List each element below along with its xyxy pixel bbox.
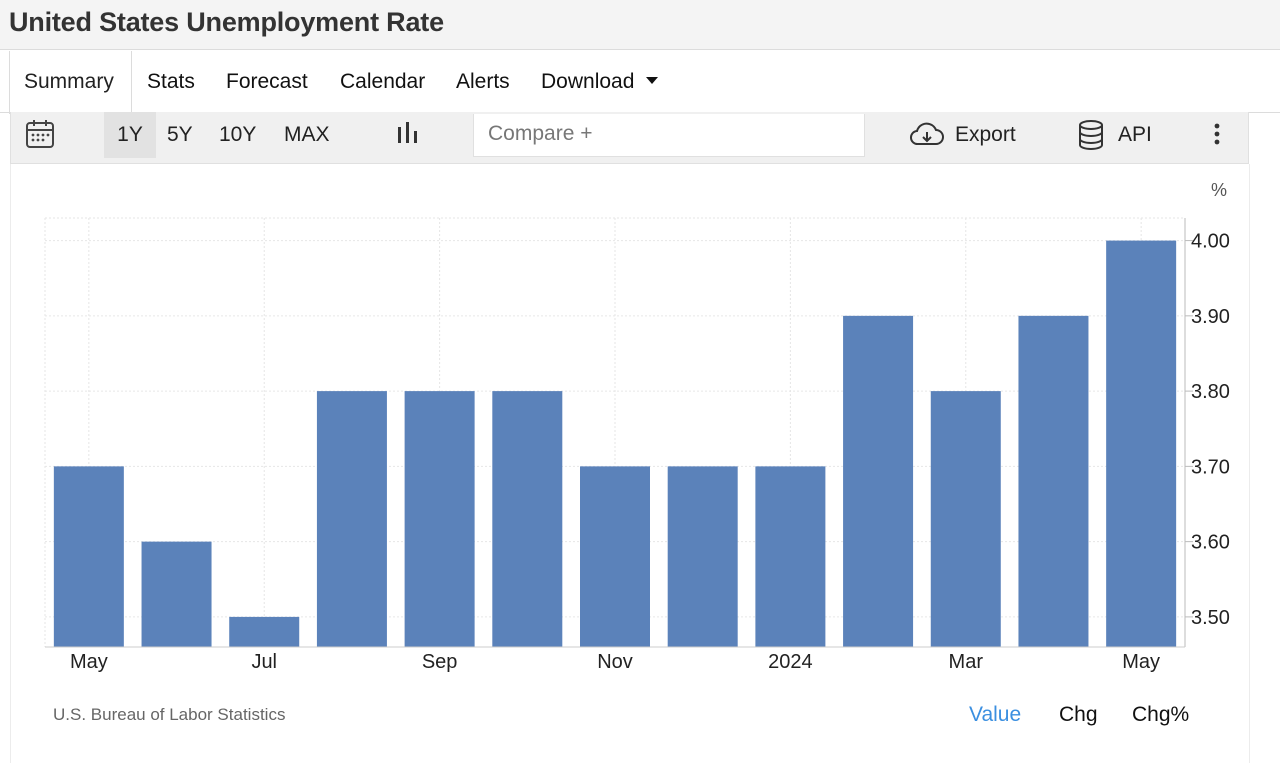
x-tick-label: Jul [251, 651, 277, 673]
bar-10[interactable] [843, 315, 914, 647]
y-tick-label: 3.60 [1191, 532, 1230, 554]
x-tick-label: Mar [949, 651, 984, 673]
bar-chart: 3.50 3.60 3.70 3.80 3.90 4.00 May Jul Sep Nov 2024… [44, 180, 1230, 673]
y-tick-label: 3.90 [1191, 306, 1230, 328]
bar-9[interactable] [755, 466, 826, 647]
bar-8[interactable] [667, 466, 738, 647]
bar-4[interactable] [316, 391, 387, 647]
bar-5[interactable] [404, 391, 475, 647]
bar-7[interactable] [580, 466, 650, 647]
x-tick-label: Sep [422, 651, 458, 673]
y-tick-label: 4.00 [1191, 231, 1230, 253]
y-tick-label: 3.80 [1191, 381, 1230, 403]
y-tick-label: 3.70 [1191, 456, 1230, 478]
bar-6[interactable] [492, 391, 563, 647]
bar-11[interactable] [930, 391, 1001, 647]
bar-13[interactable] [1106, 240, 1177, 647]
y-axis-unit: % [1211, 180, 1227, 200]
x-tick-label: Nov [597, 651, 633, 673]
x-tick-label: May [1122, 651, 1160, 673]
y-tick-label: 3.50 [1191, 607, 1230, 629]
chg-percent-tab[interactable]: Chg% [1132, 703, 1189, 727]
bar-1[interactable] [53, 466, 124, 647]
value-tab[interactable]: Value [969, 703, 1021, 727]
bar-12[interactable] [1018, 315, 1089, 647]
chg-tab[interactable]: Chg [1059, 703, 1098, 727]
x-tick-label: May [70, 651, 108, 673]
bar-2[interactable] [141, 541, 212, 647]
bar-3[interactable] [229, 616, 300, 647]
source-label: U.S. Bureau of Labor Statistics [53, 705, 286, 724]
x-tick-label: 2024 [768, 651, 813, 673]
